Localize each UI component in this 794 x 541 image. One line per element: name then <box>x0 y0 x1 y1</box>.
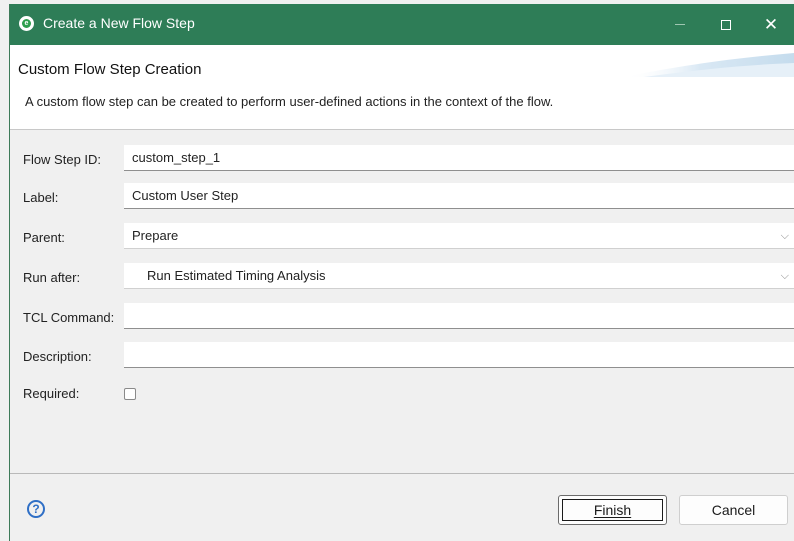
flow-step-id-input[interactable]: custom_step_1 <box>124 145 794 171</box>
cancel-button-label: Cancel <box>711 502 756 518</box>
parent-select-value: Prepare <box>132 228 179 243</box>
flow-step-id-value: custom_step_1 <box>132 150 221 165</box>
close-icon: ✕ <box>763 14 779 34</box>
maximize-icon <box>721 19 731 30</box>
finish-button-label: Finish <box>593 502 632 518</box>
minimize-button <box>657 4 703 45</box>
header-banner-graphic <box>624 53 794 77</box>
minimize-icon <box>675 24 685 25</box>
flow-step-id-label: Flow Step ID: <box>23 152 102 167</box>
app-logo-icon: e <box>19 16 34 31</box>
finish-focus-ring: Finish <box>562 499 663 521</box>
label-input[interactable]: Custom User Step <box>124 183 794 209</box>
tcl-command-input[interactable] <box>124 303 794 329</box>
help-icon: ? <box>32 502 40 516</box>
chevron-down-icon: ⌵ <box>780 230 789 242</box>
required-checkbox[interactable] <box>124 388 136 400</box>
description-input[interactable] <box>124 342 794 368</box>
required-label: Required: <box>23 386 80 401</box>
maximize-button[interactable] <box>703 4 749 45</box>
parent-select[interactable]: Prepare ⌵ <box>124 223 794 249</box>
footer-divider <box>10 473 794 474</box>
window-title: Create a New Flow Step <box>43 15 195 31</box>
label-field-label: Label: <box>23 190 59 205</box>
cancel-button[interactable]: Cancel <box>679 495 788 525</box>
dialog-window: e Create a New Flow Step ✕ Custom Flow S… <box>9 4 794 541</box>
run-after-label: Run after: <box>23 270 81 285</box>
page-title: Custom Flow Step Creation <box>18 61 202 78</box>
parent-label: Parent: <box>23 230 65 245</box>
title-bar[interactable]: e Create a New Flow Step ✕ <box>10 4 794 45</box>
run-after-select-value: Run Estimated Timing Analysis <box>147 268 326 283</box>
run-after-select[interactable]: Run Estimated Timing Analysis ⌵ <box>124 263 794 289</box>
tcl-command-label: TCL Command: <box>23 310 115 325</box>
wizard-header: Custom Flow Step Creation A custom flow … <box>10 45 794 130</box>
chevron-down-icon: ⌵ <box>780 270 789 282</box>
description-label: Description: <box>23 349 92 364</box>
close-button[interactable]: ✕ <box>748 4 794 45</box>
help-button[interactable]: ? <box>27 500 45 518</box>
page-description: A custom flow step can be created to per… <box>25 94 554 109</box>
label-input-value: Custom User Step <box>132 188 239 203</box>
finish-button[interactable]: Finish <box>558 495 667 525</box>
